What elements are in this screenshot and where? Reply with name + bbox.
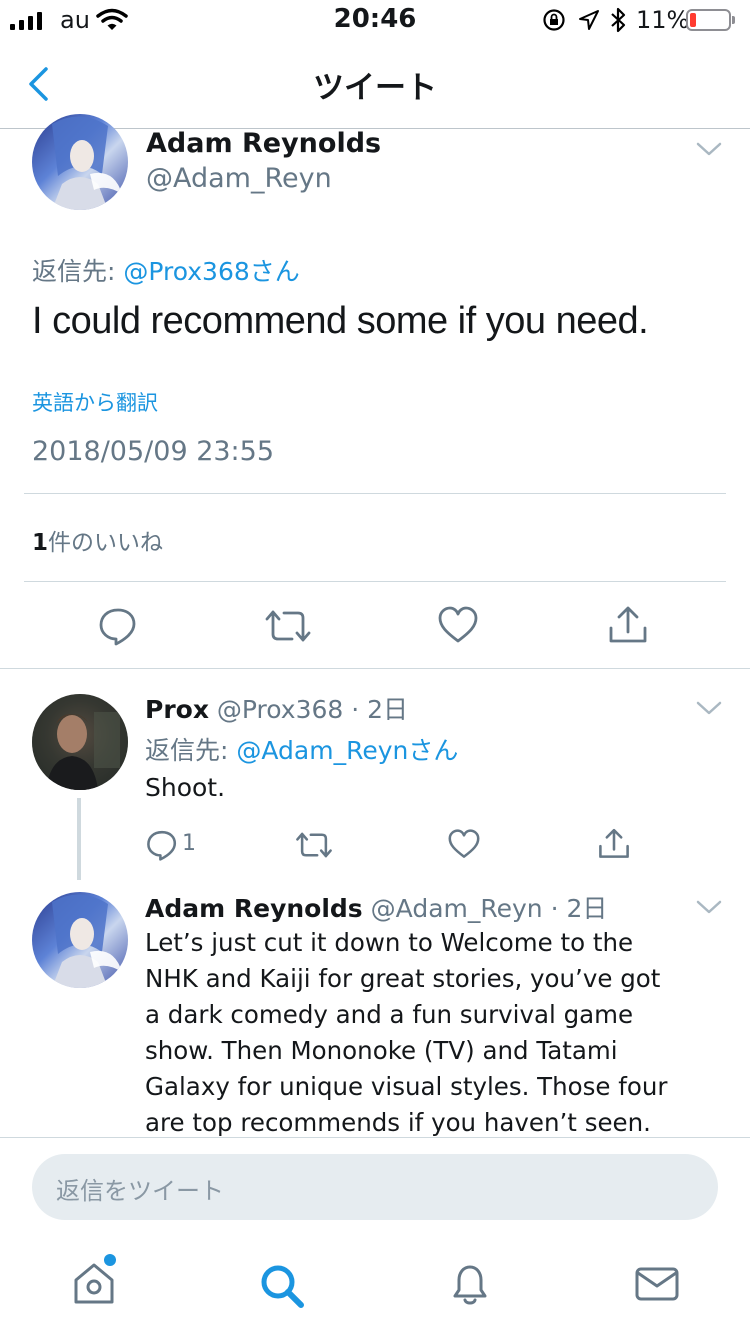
battery-icon (686, 9, 736, 31)
home-icon (74, 1263, 114, 1304)
avatar[interactable] (32, 114, 128, 210)
translate-link[interactable]: 英語から翻訳 (32, 387, 158, 417)
tweet-header: Adam Reynolds @Adam_Reyn · 2日 (145, 889, 607, 925)
divider (24, 493, 726, 494)
retweet-icon[interactable] (264, 608, 312, 644)
page-title: ツイート (313, 70, 437, 106)
reply-icon[interactable] (146, 829, 178, 861)
status-bar: au 20:46 11% (0, 0, 750, 40)
like-icon[interactable] (438, 606, 478, 644)
likes-summary[interactable]: 1件のいいね (32, 523, 163, 557)
share-icon[interactable] (598, 827, 630, 859)
chevron-down-icon[interactable] (696, 899, 722, 915)
reply-context: 返信先: @Adam_Reynさん (145, 731, 458, 767)
divider (24, 581, 726, 582)
tweet-text-line: are top recommends if you haven’t seen. (145, 1108, 651, 1137)
likes-label: 件のいいね (48, 530, 164, 556)
thread-line (77, 798, 81, 880)
tweet-meta: @Prox368 · 2日 (216, 695, 409, 724)
chevron-down-icon[interactable] (696, 700, 722, 716)
author-name[interactable]: Adam Reynolds (146, 128, 381, 159)
tweet-text: I could recommend some if you need. (32, 300, 649, 342)
tweet-text-line: Let’s just cut it down to Welcome to the (145, 928, 634, 957)
reply-to-link[interactable]: @Adam_Reynさん (236, 736, 458, 765)
battery-percent: 11% (636, 6, 690, 34)
reply-composer[interactable]: 返信をツイート (32, 1154, 718, 1220)
bluetooth-icon (611, 7, 626, 33)
author-name[interactable]: Prox (145, 695, 209, 724)
notification-dot (104, 1254, 116, 1266)
reply-prefix: 返信先: (145, 736, 237, 765)
author-name[interactable]: Adam Reynolds (145, 894, 363, 923)
retweet-icon[interactable] (295, 830, 333, 860)
tweet-text-line: Galaxy for unique visual styles. Those f… (145, 1072, 668, 1101)
tab-home[interactable] (70, 1254, 120, 1308)
tweet-text-line: show. Then Mononoke (TV) and Tatami (145, 1036, 618, 1065)
tweet-timestamp: 2018/05/09 23:55 (32, 436, 275, 467)
section-divider (0, 668, 750, 669)
author-handle[interactable]: @Adam_Reyn (146, 163, 332, 194)
reply-to-link[interactable]: @Prox368さん (123, 257, 299, 286)
tweet-text: Let’s just cut it down to Welcome to the… (145, 925, 668, 1141)
like-icon[interactable] (448, 829, 480, 859)
search-icon[interactable] (258, 1262, 306, 1310)
location-icon (579, 10, 599, 30)
share-icon[interactable] (608, 604, 648, 644)
orientation-lock-icon (543, 9, 565, 31)
tweet-meta: @Adam_Reyn · 2日 (370, 894, 608, 923)
tweet-header: Prox @Prox368 · 2日 (145, 690, 408, 726)
likes-count: 1 (32, 530, 49, 556)
composer-placeholder: 返信をツイート (56, 1177, 224, 1205)
tweet-text-line: a dark comedy and a fun survival game (145, 1000, 634, 1029)
reply-prefix: 返信先: (32, 257, 124, 286)
tweet-text: Shoot. (145, 773, 226, 802)
avatar[interactable] (32, 892, 128, 988)
reply-icon[interactable] (98, 606, 138, 646)
messages-icon[interactable] (634, 1264, 680, 1304)
avatar[interactable] (32, 694, 128, 790)
reply-count: 1 (182, 831, 196, 856)
tweet-text-line: NHK and Kaiji for great stories, you’ve … (145, 964, 661, 993)
chevron-down-icon[interactable] (696, 141, 722, 157)
notifications-icon[interactable] (446, 1260, 494, 1308)
reply-context: 返信先: @Prox368さん (32, 252, 300, 288)
